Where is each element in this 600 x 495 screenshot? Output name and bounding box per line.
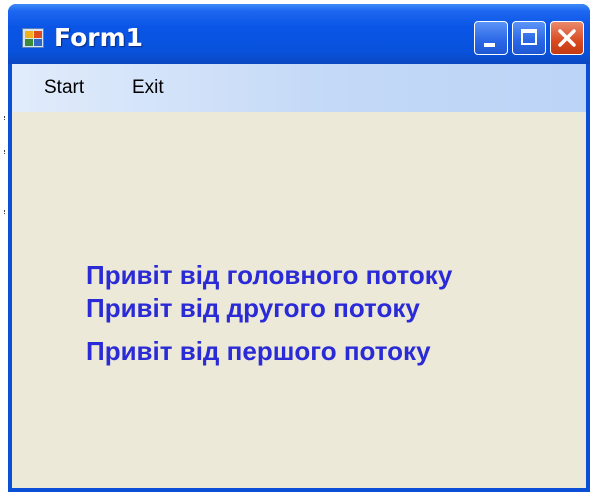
message-second-thread: Привіт від другого потоку [86,293,420,323]
menu-bar: Start Exit [12,64,586,112]
title-bar[interactable]: Form1 [8,4,590,64]
menu-item-start[interactable]: Start [44,77,84,99]
form-window: Form1 Start Exit Привіт від головного по… [8,4,590,492]
menu-item-exit[interactable]: Exit [132,77,164,99]
maximize-button[interactable] [512,21,546,55]
maximize-icon [521,29,537,45]
window-title: Form1 [54,23,144,52]
close-icon [558,29,576,47]
message-first-thread: Привіт від першого потоку [86,336,431,366]
form-icon[interactable] [22,28,44,48]
minimize-icon [484,43,495,47]
close-button[interactable] [550,21,584,55]
form-client-area: Start Exit Привіт від головного потоку П… [12,64,586,488]
minimize-button[interactable] [474,21,508,55]
message-main-thread: Привіт від головного потоку [86,260,453,290]
